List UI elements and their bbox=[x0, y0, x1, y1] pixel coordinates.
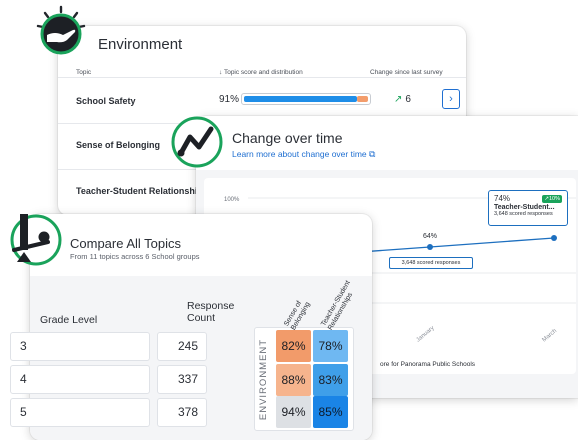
change-value: ↗ 6 bbox=[394, 94, 411, 105]
heatmap-cell[interactable]: 94% bbox=[276, 396, 311, 428]
grade-level-header: Grade Level bbox=[40, 314, 98, 326]
heatmap-cell[interactable]: 78% bbox=[313, 330, 348, 362]
trend-up-icon: ↗ bbox=[394, 94, 403, 105]
chart-footer: ore for Panorama Public Schools bbox=[380, 361, 476, 368]
trend-line-segment bbox=[429, 237, 555, 248]
change-over-time-title: Change over time bbox=[232, 130, 343, 146]
response-count-header: Response Count bbox=[187, 300, 235, 324]
tooltip-responses: 3,648 scored responses bbox=[494, 211, 553, 217]
topic-column-header: Topic bbox=[76, 69, 92, 76]
x-tick-label: January bbox=[415, 325, 435, 343]
count-cell: 337 bbox=[157, 365, 207, 394]
unfavorable-segment bbox=[357, 96, 368, 102]
heatmap-cell[interactable]: 88% bbox=[276, 364, 311, 396]
count-cell: 245 bbox=[157, 332, 207, 361]
data-point[interactable] bbox=[427, 244, 433, 250]
compare-subtitle: From 11 topics across 6 School groups bbox=[70, 252, 200, 261]
group-label: ENVIRONMENT bbox=[258, 338, 270, 420]
grade-cell: 5 bbox=[10, 398, 150, 427]
trend-chart-badge-icon bbox=[171, 116, 223, 168]
grade-cell: 4 bbox=[10, 365, 150, 394]
score-distribution-bar bbox=[241, 93, 371, 105]
heatmap-cell[interactable]: 83% bbox=[313, 364, 348, 396]
point-label: 64% bbox=[423, 233, 437, 240]
change-column-header: Change since last survey bbox=[370, 69, 443, 76]
y-tick-label: 100% bbox=[224, 197, 240, 203]
tooltip-score: 74% bbox=[494, 194, 511, 203]
environment-badge-icon bbox=[36, 5, 86, 55]
compare-badge-icon bbox=[10, 214, 62, 266]
tooltip-change-badge: ↗10% bbox=[542, 194, 562, 203]
latest-point-tooltip: 74% ↗10% Teacher-Student... 3,648 scored… bbox=[488, 190, 568, 226]
data-point[interactable] bbox=[551, 235, 557, 241]
topic-name: School Safety bbox=[76, 96, 136, 106]
heatmap-cell[interactable]: 85% bbox=[313, 396, 348, 428]
compare-title: Compare All Topics bbox=[70, 236, 182, 251]
topic-name: Sense of Belonging bbox=[76, 140, 161, 150]
external-link-icon: ⧉ bbox=[369, 149, 376, 159]
topic-score: 91% bbox=[219, 94, 240, 105]
count-cell: 378 bbox=[157, 398, 207, 427]
tooltip-topic: Teacher-Student... bbox=[494, 204, 555, 211]
learn-more-link[interactable]: Learn more about change over time ⧉ bbox=[232, 149, 375, 160]
chevron-right-icon: › bbox=[449, 93, 453, 105]
environment-title: Environment bbox=[98, 36, 183, 53]
heatmap-cell[interactable]: 82% bbox=[276, 330, 311, 362]
x-tick-label: March bbox=[541, 328, 558, 343]
favorable-segment bbox=[244, 96, 357, 102]
row-details-button[interactable]: › bbox=[442, 89, 460, 109]
topic-name: Teacher-Student Relationships bbox=[76, 186, 208, 196]
score-column-header[interactable]: ↓ Topic score and distribution bbox=[219, 69, 303, 76]
grade-cell: 3 bbox=[10, 332, 150, 361]
point-tooltip: 3,648 scored responses bbox=[389, 257, 473, 269]
